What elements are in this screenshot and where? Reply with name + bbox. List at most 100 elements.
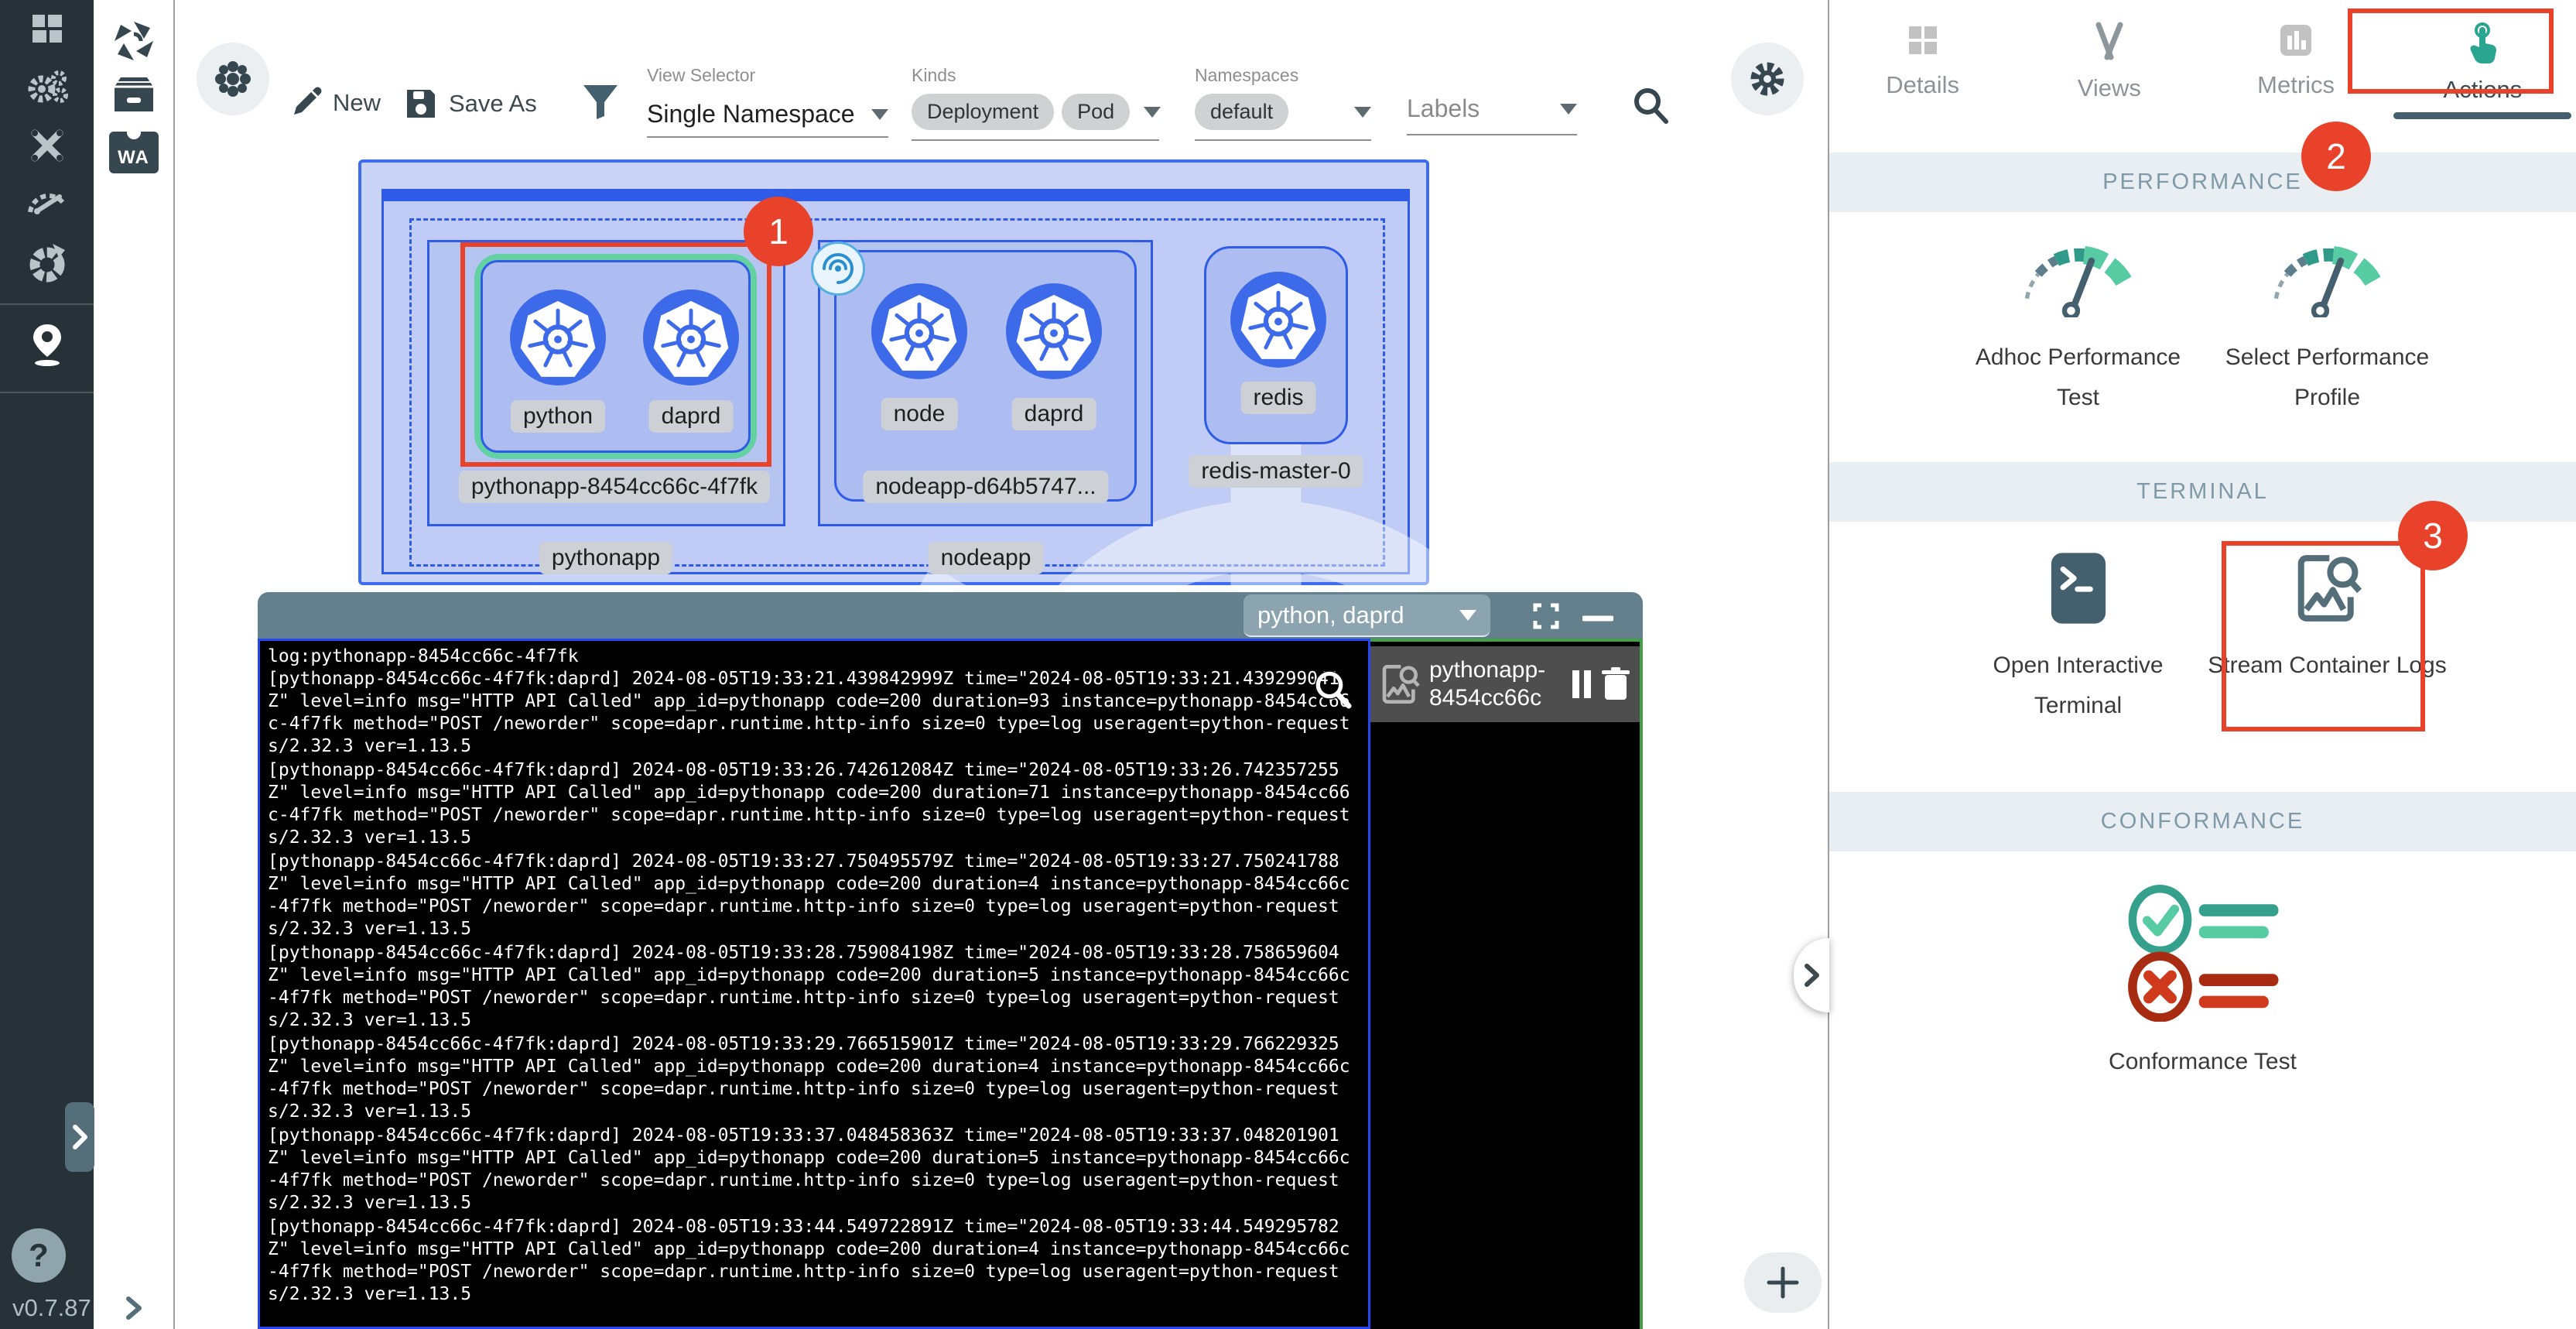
chevron-down-icon[interactable] (1144, 107, 1161, 118)
pod-label: redis-master-0 (1189, 455, 1363, 488)
performance-gauge-icon[interactable] (0, 180, 94, 223)
field-underline (1195, 139, 1371, 141)
right-panel: Details Views Metrics Actions 2 PERFORMA… (1828, 0, 2576, 1329)
details-grid-icon (1904, 22, 1941, 59)
section-header-terminal: TERMINAL (1829, 462, 2576, 522)
tab-label: Views (2078, 74, 2141, 102)
view-selector-value: Single Namespace (647, 100, 855, 128)
tab-details[interactable]: Details (1829, 0, 2016, 124)
tab-label: Metrics (2257, 71, 2335, 99)
view-selector-label: View Selector (647, 65, 888, 86)
save-as-button-label: Save As (449, 90, 537, 118)
container-selector-dropdown[interactable]: python, daprd (1244, 594, 1490, 637)
wasm-label: WA (118, 147, 149, 173)
kinds-field[interactable]: Kinds Deployment Pod (912, 65, 1159, 141)
configuration-wrench-icon[interactable] (0, 124, 94, 167)
chevron-down-icon[interactable] (871, 109, 888, 120)
group-label: pythonapp (539, 542, 672, 574)
container-redis-k8s-icon[interactable] (1230, 272, 1326, 368)
fullscreen-icon[interactable] (1533, 603, 1559, 633)
design-flower-button[interactable] (197, 43, 269, 115)
annotation-badge-1: 1 (744, 197, 813, 266)
pod-nodeapp[interactable]: node daprd (834, 250, 1137, 502)
section-header-performance: PERFORMANCE (1829, 152, 2576, 212)
settings-gear-button[interactable] (1731, 43, 1804, 115)
location-pin-icon[interactable] (0, 324, 94, 367)
pause-icon[interactable] (1572, 669, 1592, 700)
chevron-down-icon[interactable] (1354, 107, 1371, 118)
pod-label: pythonapp-8454cc66c-4f7fk (459, 471, 770, 503)
field-underline (1407, 134, 1577, 135)
active-tab-underline (2393, 112, 2571, 119)
save-icon (404, 87, 438, 121)
sidebar-expand-button[interactable] (65, 1102, 94, 1172)
session-pod-name: pythonapp- 8454cc66c (1429, 656, 1562, 712)
container-daprd-k8s-icon[interactable] (1006, 283, 1102, 379)
group-label: nodeapp (929, 542, 1044, 574)
mesh-donut-icon[interactable] (0, 241, 94, 285)
help-button[interactable]: ? (12, 1228, 66, 1283)
open-interactive-terminal-action[interactable]: Open Interactive Terminal (1954, 551, 2203, 726)
log-entry: [pythonapp-8454cc66c-4f7fk:daprd] 2024-0… (268, 851, 1360, 940)
dashboard-icon[interactable] (0, 8, 94, 51)
log-stream-area[interactable]: log:pythonapp-8454cc66c-4f7fk [pythonapp… (258, 639, 1370, 1329)
chevron-down-icon[interactable] (1560, 104, 1577, 115)
labels-field[interactable]: Labels (1407, 94, 1577, 135)
container-node-k8s-icon[interactable] (871, 283, 967, 379)
select-performance-profile-action[interactable]: Select Performance Profile (2203, 232, 2452, 418)
tab-views[interactable]: Views (2016, 0, 2202, 124)
action-label: Select Performance Profile (2203, 337, 2452, 418)
kind-chip-pod[interactable]: Pod (1062, 94, 1130, 130)
sidebar-divider (0, 303, 94, 305)
namespaces-label: Namespaces (1195, 65, 1371, 86)
gear-icon (1746, 57, 1789, 101)
stream-logs-icon (1380, 663, 1420, 706)
labels-placeholder: Labels (1407, 94, 1480, 123)
container-selector-value: python, daprd (1257, 601, 1404, 629)
minimize-icon[interactable] (1582, 612, 1613, 626)
wasm-badge-icon[interactable]: WA (94, 125, 173, 180)
conformance-checklist-icon (2118, 882, 2288, 1022)
plus-icon (1766, 1266, 1800, 1300)
log-entry: [pythonapp-8454cc66c-4f7fk:daprd] 2024-0… (268, 1125, 1360, 1214)
meshery-swirl-icon[interactable] (94, 14, 173, 68)
log-entry: [pythonapp-8454cc66c-4f7fk:daprd] 2024-0… (268, 1216, 1360, 1306)
namespace-chip-default[interactable]: default (1195, 94, 1288, 130)
terminal-icon (2047, 551, 2110, 625)
pencil-icon (289, 87, 322, 119)
field-underline (912, 139, 1159, 141)
annotation-rect-3 (2222, 541, 2425, 731)
annotation-badge-3: 3 (2398, 501, 2468, 570)
search-icon[interactable] (1631, 85, 1671, 129)
log-session-row[interactable]: pythonapp- 8454cc66c (1370, 646, 1640, 722)
views-branch-icon (2091, 22, 2128, 62)
terminal-header[interactable]: python, daprd (258, 592, 1643, 639)
filter-funnel-icon[interactable] (580, 82, 621, 126)
adhoc-performance-test-action[interactable]: Adhoc Performance Test (1954, 232, 2203, 418)
lifecycle-gears-icon[interactable] (0, 67, 94, 110)
action-label: Open Interactive Terminal (1954, 646, 2203, 726)
annotation-rect-2 (2348, 9, 2554, 94)
log-session-panel: pythonapp- 8454cc66c (1370, 639, 1643, 1329)
save-as-button[interactable]: Save As (404, 87, 537, 121)
pod-redis-master[interactable]: redis (1204, 246, 1348, 444)
log-entry: [pythonapp-8454cc66c-4f7fk:daprd] 2024-0… (268, 668, 1360, 758)
catalog-archive-icon[interactable] (94, 68, 173, 122)
annotation-badge-2: 2 (2301, 122, 2371, 191)
log-entry: [pythonapp-8454cc66c-4f7fk:daprd] 2024-0… (268, 759, 1360, 849)
add-node-button[interactable] (1744, 1252, 1822, 1313)
new-button[interactable]: New (289, 87, 381, 119)
metrics-barchart-icon (2277, 22, 2314, 59)
new-button-label: New (333, 89, 381, 117)
sidebar-divider (0, 392, 94, 393)
conformance-test-action[interactable]: Conformance Test (2041, 882, 2366, 1082)
namespaces-field[interactable]: Namespaces default (1195, 65, 1371, 141)
kinds-label: Kinds (912, 65, 1159, 86)
extensions-expand-chevron-icon[interactable] (94, 1281, 173, 1329)
view-selector-field[interactable]: View Selector Single Namespace (647, 65, 888, 138)
tab-label: Details (1886, 71, 1959, 99)
trash-icon[interactable] (1601, 667, 1630, 701)
help-glyph: ? (29, 1237, 49, 1274)
kind-chip-deployment[interactable]: Deployment (912, 94, 1054, 130)
dapr-swirl-icon[interactable] (811, 241, 865, 296)
